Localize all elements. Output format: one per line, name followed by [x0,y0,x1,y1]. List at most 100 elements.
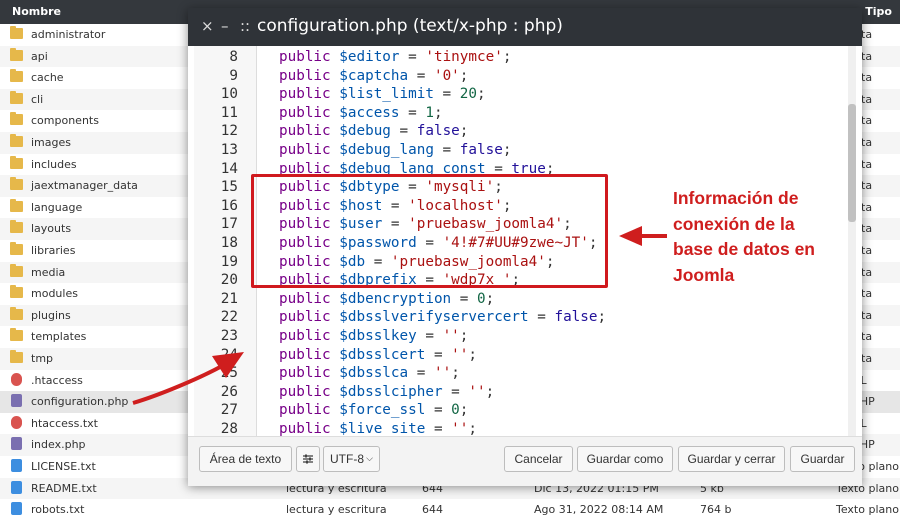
file-name[interactable]: .htaccess [31,374,83,387]
line-number: 21 [220,290,238,307]
folder-icon [10,220,23,234]
code-variable: $dbsslkey [339,328,417,344]
column-type-header[interactable]: Tipo [865,5,892,18]
code-operator: = [425,421,452,436]
file-name[interactable]: configuration.php [31,395,128,408]
code-line[interactable]: public $dbsslcert = ''; [279,347,477,363]
code-semicolon: ; [451,365,460,382]
code-line[interactable]: public $editor = 'tinymce'; [279,49,511,65]
file-octal: 644 [422,503,443,517]
file-size: 764 b [700,503,732,517]
file-name[interactable]: api [31,50,48,63]
file-name[interactable]: jaextmanager_data [31,179,138,192]
line-number: 15 [220,179,238,196]
file-name[interactable]: robots.txt [31,503,84,516]
code-operator: = [399,49,426,65]
code-variable: $force_ssl [339,402,426,419]
file-name[interactable]: libraries [31,244,75,257]
file-name[interactable]: media [31,266,65,279]
line-number: 14 [220,160,238,177]
editor-scrollbar[interactable] [848,46,856,436]
code-keyword: public [279,86,331,103]
code-operator: = [390,123,417,140]
file-name[interactable]: images [31,136,71,149]
drag-handle-icon[interactable]: :: [240,17,250,35]
folder-icon [10,134,23,147]
file-name[interactable]: administrator [31,28,105,41]
encoding-select[interactable]: UTF-8 ⌵ [323,446,380,472]
save-as-button[interactable]: Guardar como [577,446,673,472]
file-name[interactable]: htaccess.txt [31,417,98,430]
file-name[interactable]: modules [31,287,78,300]
code-line[interactable]: public $dbsslverifyservercert = false; [279,309,606,325]
file-name[interactable]: tmp [31,352,53,365]
code-value: 20 [459,86,477,103]
code-semicolon: ; [459,67,469,84]
code-variable: $live_site [339,421,426,436]
code-keyword: public [279,402,331,419]
file-name[interactable]: cli [31,93,43,106]
code-variable: $debug_lang [339,142,434,158]
code-keyword: public [279,67,331,84]
code-variable: $captcha [339,67,409,84]
code-operator: = [442,383,469,400]
code-variable: $dbsslverifyservercert [339,309,529,326]
text-file-icon [11,480,22,494]
file-name[interactable]: components [31,114,99,127]
code-variable: $dbsslcert [339,346,426,363]
file-name[interactable]: plugins [31,309,71,322]
code-operator: = [408,67,434,84]
code-line[interactable]: public $debug_lang = false; [279,142,511,158]
code-line[interactable]: public $access = 1; [279,105,443,121]
code-line[interactable]: public $dbsslca = ''; [279,365,460,381]
file-type: Texto plano [836,503,899,517]
code-semicolon: ; [477,86,486,103]
save-button[interactable]: Guardar [790,446,855,472]
line-number: 13 [220,142,238,158]
code-line[interactable]: public $force_ssl = 0; [279,402,468,418]
code-line[interactable]: public $debug = false; [279,123,468,139]
file-name[interactable]: README.txt [31,482,97,495]
save-close-button[interactable]: Guardar y cerrar [678,446,785,472]
code-line[interactable]: public $dbsslcipher = ''; [279,384,494,400]
cancel-button[interactable]: Cancelar [504,446,573,472]
textarea-button[interactable]: Área de texto [199,446,292,472]
scrollbar-thumb[interactable] [848,104,856,222]
file-name[interactable]: templates [31,330,86,343]
code-line[interactable]: public $live_site = ''; [279,421,477,436]
encoding-value: UTF-8 [330,452,364,466]
close-icon[interactable]: × [201,17,214,35]
file-name[interactable]: layouts [31,222,71,235]
code-semicolon: ; [502,142,512,158]
code-semicolon: ; [468,421,477,436]
folder-icon [10,90,23,104]
file-name[interactable]: index.php [31,438,86,451]
code-line[interactable]: public $captcha = '0'; [279,68,468,84]
code-value: '' [442,328,460,344]
code-semicolon: ; [502,49,512,65]
sliders-icon[interactable] [296,446,320,472]
line-number: 16 [220,197,238,214]
code-semicolon: ; [433,104,443,121]
file-name[interactable]: includes [31,158,77,171]
line-number: 10 [220,86,238,103]
code-keyword: public [279,123,331,140]
file-row[interactable]: robots.txt lectura y escritura 644 Ago 31, … [0,499,900,521]
minimize-icon[interactable]: – [221,17,229,35]
file-name[interactable]: cache [31,71,64,84]
line-number: 11 [220,104,238,121]
code-keyword: public [279,104,331,121]
code-semicolon: ; [485,383,495,400]
column-name-header[interactable]: Nombre [12,5,61,18]
dialog-footer: Área de texto UTF-8 ⌵ Cancelar Guardar c… [188,436,862,486]
folder-icon [10,198,23,212]
folder-icon [10,26,23,39]
file-name[interactable]: LICENSE.txt [31,460,96,473]
code-line[interactable]: public $list_limit = 20; [279,86,486,102]
code-line[interactable]: public $dbsslkey = ''; [279,328,468,344]
dialog-titlebar[interactable]: × – :: configuration.php (text/x-php : p… [188,8,862,46]
code-line[interactable]: public $dbencryption = 0; [279,291,494,307]
code-keyword: public [279,365,331,382]
file-name[interactable]: language [31,201,82,214]
code-operator: = [433,142,460,158]
